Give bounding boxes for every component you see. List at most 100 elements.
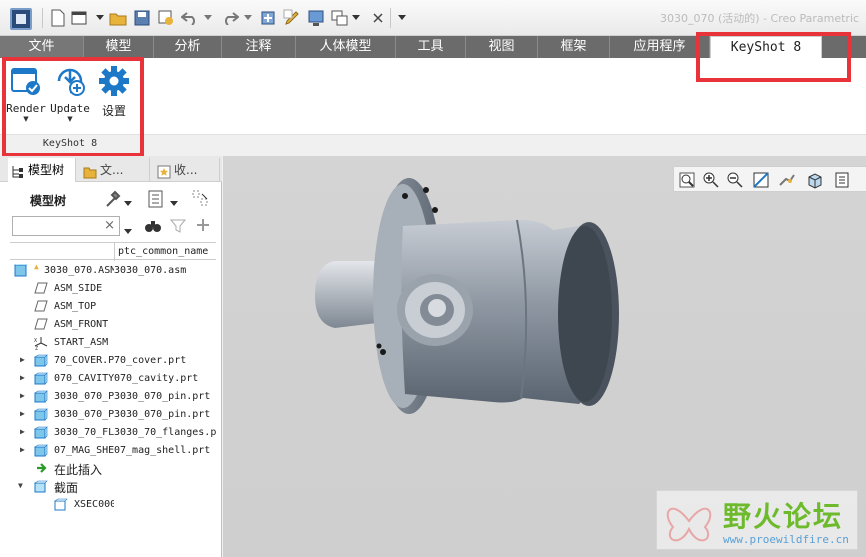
render-button[interactable]: Render ▼ (6, 64, 46, 126)
dropdown-arrow-icon[interactable] (90, 8, 110, 28)
tools-icon[interactable] (104, 190, 122, 211)
open-folder-icon[interactable] (108, 8, 128, 28)
chevron-down-icon[interactable] (124, 196, 132, 210)
svg-text:X: X (34, 338, 37, 344)
tree-row-root[interactable]: ▲ 3030_070.ASM 3030_070.asm (10, 262, 216, 280)
quick-access-toolbar: 3030_070 (活动的) - Creo Parametric (0, 0, 866, 36)
search-input[interactable]: × (12, 216, 120, 236)
tree-row-section[interactable]: XSEC0001 (10, 496, 216, 514)
section-folder-icon (34, 480, 48, 493)
filter-icon[interactable] (169, 218, 187, 237)
toolbar-divider (390, 8, 391, 28)
part-icon (34, 444, 48, 457)
chevron-down-icon: ▼ (23, 115, 29, 123)
tree-row-common-name: 3030_070.asm (114, 265, 187, 276)
chevron-down-icon[interactable] (170, 196, 178, 210)
expand-arrow-icon[interactable]: ▶ (20, 373, 25, 382)
tree-row-name: 截面 (54, 481, 79, 495)
expand-arrow-icon[interactable]: ▶ (20, 391, 25, 400)
tab-model-tree-label: 模型树 (28, 163, 65, 177)
tab-folder-browser[interactable]: 文... (80, 158, 150, 182)
collapse-arrow-icon[interactable]: ▼ (18, 481, 23, 490)
tree-row-datum-plane[interactable]: ASM_FRONT (10, 316, 216, 334)
tree-row-part[interactable]: ▶ 3030_70_FLANGES.PRT 3030_70_flanges.pr… (10, 424, 216, 442)
chevron-down-icon[interactable] (124, 224, 132, 238)
show-icon[interactable] (192, 190, 210, 211)
update-label: Update (50, 102, 90, 115)
binoculars-icon[interactable] (144, 218, 162, 237)
tab-manikin[interactable]: 人体模型 (296, 36, 396, 58)
tree-row-sections[interactable]: ▼ 截面 (10, 478, 216, 496)
part-icon (34, 372, 48, 385)
toolbar-divider (42, 8, 43, 28)
tab-analysis[interactable]: 分析 (154, 36, 222, 58)
tree-column-header[interactable]: ptc_common_name (10, 242, 216, 261)
tree-row-datum-plane[interactable]: ASM_TOP (10, 298, 216, 316)
tab-framework[interactable]: 框架 (538, 36, 610, 58)
tree-row-name: 3030_070_PIN.PRT (54, 409, 114, 420)
tree-header: 模型树 (0, 186, 222, 212)
tree-row-part[interactable]: ▶ 070_CAVITY.PRT 070_cavity.prt (10, 370, 216, 388)
tab-favorites[interactable]: 收... (154, 158, 220, 182)
ribbon-tab-bar: 文件 模型 分析 注释 人体模型 工具 视图 框架 应用程序 KeyShot 8 (0, 36, 866, 60)
expand-arrow-icon[interactable]: ▶ (20, 355, 25, 364)
column-divider[interactable] (114, 243, 115, 261)
warning-icon: ▲ (34, 262, 39, 271)
redo-icon[interactable] (220, 8, 240, 28)
new-file-icon[interactable] (48, 8, 68, 28)
watermark-title: 野火论坛 (723, 500, 844, 533)
tree-title: 模型树 (30, 194, 67, 208)
undo-icon[interactable] (180, 8, 200, 28)
tree-row-part[interactable]: ▶ 3030_070_PIN.PRT 3030_070_pin.prt (10, 388, 216, 406)
tab-model[interactable]: 模型 (84, 36, 154, 58)
tab-file[interactable]: 文件 (0, 36, 84, 58)
tree-row-coord-sys[interactable]: XZ START_ASM (10, 334, 216, 352)
save-icon[interactable] (132, 8, 152, 28)
tree-row-common-name: 07_mag_shell.prt (114, 445, 211, 456)
expand-arrow-icon[interactable]: ▶ (20, 445, 25, 454)
tab-applications[interactable]: 应用程序 (610, 36, 710, 58)
update-icon (53, 64, 87, 98)
close-window-icon[interactable] (368, 8, 388, 28)
tab-tools[interactable]: 工具 (396, 36, 466, 58)
tree-row-common-name: 3030_070_pin.prt (114, 391, 211, 402)
settings-label: 设置 (101, 104, 126, 118)
tree-row-common-name: 70_cover.prt (114, 355, 187, 366)
tree-row-name: START_ASM (54, 337, 109, 348)
render-label: Render (6, 102, 46, 115)
settings-list-icon[interactable] (148, 190, 164, 211)
expand-arrow-icon[interactable]: ▶ (20, 427, 25, 436)
ribbon-panel: Render ▼ Update ▼ 设置 KeyShot 8 (0, 58, 866, 156)
window-title: 3030_070 (活动的) - Creo Parametric (660, 12, 860, 25)
update-button[interactable]: Update ▼ (50, 64, 90, 126)
expand-arrow-icon[interactable]: ▶ (20, 409, 25, 418)
regenerate-icon[interactable] (156, 8, 176, 28)
tab-keyshot[interactable]: KeyShot 8 (710, 36, 822, 60)
datum-plane-icon (34, 300, 48, 313)
favorites-icon (157, 163, 171, 179)
chevron-down-icon: ▼ (67, 115, 73, 123)
tree-row-datum-plane[interactable]: ASM_SIDE (10, 280, 216, 298)
coordinate-system-icon: XZ (34, 336, 48, 352)
cross-section-icon (54, 498, 68, 511)
dropdown-arrow-icon[interactable] (238, 8, 258, 28)
clear-search-icon[interactable]: × (104, 218, 115, 233)
tab-view[interactable]: 视图 (466, 36, 538, 58)
tree-row-part[interactable]: ▶ 3030_070_PIN.PRT 3030_070_pin.prt (10, 406, 216, 424)
edit-icon[interactable] (282, 8, 302, 28)
windows-icon[interactable] (306, 8, 326, 28)
settings-button[interactable]: 设置 (94, 64, 134, 126)
tab-model-tree[interactable]: 模型树 (8, 158, 76, 182)
new-window-icon[interactable] (70, 8, 90, 28)
regen-model-icon[interactable] (258, 8, 278, 28)
tab-annotate[interactable]: 注释 (222, 36, 296, 58)
add-icon[interactable] (196, 218, 210, 235)
tree-row-insert-here[interactable]: 在此插入 (10, 460, 216, 478)
tree-row-part[interactable]: ▶ 07_MAG_SHELL.PRT 07_mag_shell.prt (10, 442, 216, 460)
dropdown-arrow-icon[interactable] (198, 8, 218, 28)
part-icon (34, 426, 48, 439)
tree-row-part[interactable]: ▶ 70_COVER.PRT 70_cover.prt (10, 352, 216, 370)
dropdown-arrow-icon[interactable] (346, 8, 366, 28)
customize-toolbar-icon[interactable] (392, 8, 412, 28)
app-menu-icon[interactable] (10, 8, 32, 30)
